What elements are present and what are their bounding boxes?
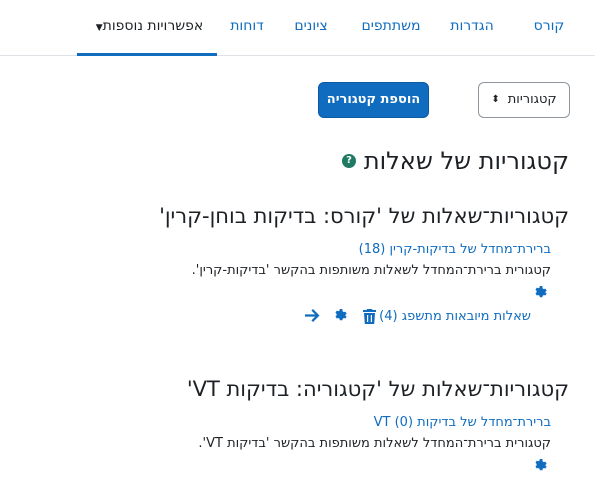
section-heading-course: קטגוריות־שאלות של 'קורס: בדיקות בוחן-קרי… bbox=[159, 204, 569, 228]
tab-participants[interactable]: משתתפים bbox=[359, 0, 423, 55]
tab-more-options[interactable]: אפשרויות נוספות▼ bbox=[77, 0, 217, 56]
tab-grades[interactable]: ציונים bbox=[291, 0, 331, 55]
tab-course[interactable]: קורס bbox=[527, 0, 571, 55]
trash-icon[interactable] bbox=[362, 309, 376, 324]
gear-icon[interactable] bbox=[332, 308, 348, 323]
category-description: קטגורית ברירת־המחדל לשאלות משותפות בהקשר… bbox=[198, 436, 551, 451]
tab-settings[interactable]: הגדרות bbox=[449, 0, 495, 55]
help-icon[interactable]: ? bbox=[342, 154, 356, 168]
page-title: קטגוריות של שאלות bbox=[363, 147, 569, 175]
categories-button-label: קטגוריות bbox=[507, 92, 557, 107]
section-heading-category: קטגוריות־שאלות של 'קטגוריה: בדיקות VT' bbox=[186, 377, 569, 401]
chevron-down-icon: ▼ bbox=[95, 23, 103, 33]
tab-more-options-label: אפשרויות נוספות bbox=[102, 18, 204, 34]
tab-reports[interactable]: דוחות bbox=[227, 0, 267, 55]
sort-arrows-icon: ⬍ bbox=[491, 93, 500, 105]
secondary-navigation: קורס הגדרות משתתפים ציונים דוחות אפשרויו… bbox=[0, 0, 595, 56]
arrow-right-icon[interactable] bbox=[304, 308, 320, 323]
imported-questions-link[interactable]: שאלות מיובאות מתשפג (4) bbox=[379, 308, 531, 326]
gear-icon[interactable] bbox=[532, 458, 548, 473]
categories-select-button[interactable]: קטגוריות ⬍ bbox=[478, 82, 570, 118]
default-category-link[interactable]: ברירת־מחדל של בדיקות (0) VT bbox=[374, 414, 551, 432]
category-description: קטגורית ברירת־המחדל לשאלות משותפות בהקשר… bbox=[191, 263, 551, 278]
default-category-link[interactable]: ברירת־מחדל של בדיקות-קרין (18) bbox=[359, 241, 551, 259]
gear-icon[interactable] bbox=[532, 285, 548, 300]
add-category-button[interactable]: הוספת קטגוריה bbox=[318, 82, 429, 118]
